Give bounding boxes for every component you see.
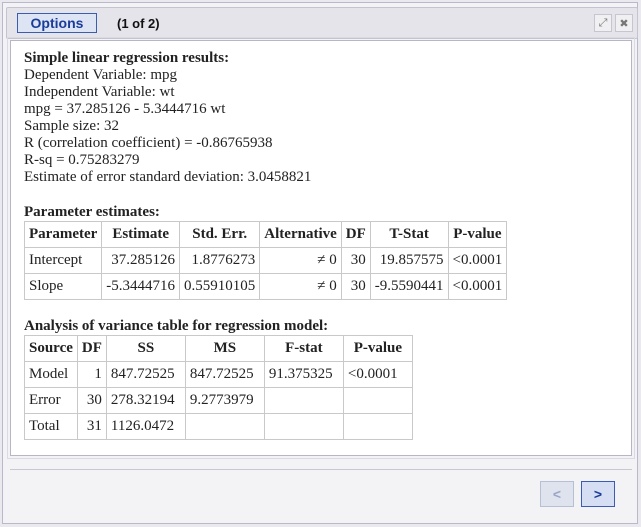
next-page-button[interactable]: > bbox=[581, 481, 615, 507]
table-cell: 1.8776273 bbox=[179, 247, 261, 274]
table-cell bbox=[263, 413, 344, 440]
table-cell: Slope bbox=[23, 273, 103, 300]
table-cell: Model bbox=[24, 361, 78, 388]
table-row: Slope -5.3444716 0.55910105 ≠ 0 30 -9.55… bbox=[23, 273, 508, 300]
table-header-row: Source DF SS MS F-stat P-value bbox=[24, 335, 413, 362]
table-cell: 30 bbox=[340, 273, 371, 300]
previous-page-button[interactable]: < bbox=[540, 481, 574, 507]
column-header: Estimate bbox=[101, 221, 181, 248]
table-cell bbox=[342, 413, 413, 440]
results-line: Dependent Variable: mpg bbox=[24, 67, 178, 83]
results-line: mpg = 37.285126 - 5.3444716 wt bbox=[24, 101, 226, 117]
results-line: R (correlation coefficient) = -0.8676593… bbox=[24, 135, 273, 151]
table-cell bbox=[342, 387, 413, 414]
results-line: Independent Variable: wt bbox=[24, 84, 175, 100]
table-cell: <0.0001 bbox=[342, 361, 413, 388]
table-cell: 847.72525 bbox=[184, 361, 265, 388]
column-header: DF bbox=[76, 335, 107, 362]
table-cell: 30 bbox=[340, 247, 371, 274]
table-cell: <0.0001 bbox=[447, 247, 508, 274]
table-cell: Total bbox=[24, 413, 78, 440]
table-cell: <0.0001 bbox=[447, 273, 508, 300]
results-line: R-sq = 0.75283279 bbox=[24, 152, 140, 168]
column-header: DF bbox=[340, 221, 371, 248]
table-cell: 1 bbox=[76, 361, 107, 388]
table-row: Intercept 37.285126 1.8776273 ≠ 0 30 19.… bbox=[23, 247, 508, 274]
parameter-estimates-table: Parameter Estimate Std. Err. Alternative… bbox=[23, 221, 508, 300]
table-cell: Intercept bbox=[23, 247, 103, 274]
column-header: Std. Err. bbox=[179, 221, 261, 248]
table-cell: 1126.0472 bbox=[105, 413, 186, 440]
table-cell: -9.5590441 bbox=[369, 273, 449, 300]
table-cell: 30 bbox=[76, 387, 107, 414]
table-cell: -5.3444716 bbox=[101, 273, 181, 300]
column-header: T-Stat bbox=[369, 221, 449, 248]
table-cell: 31 bbox=[76, 413, 107, 440]
column-header: Alternative bbox=[259, 221, 342, 248]
table-cell: 91.375325 bbox=[263, 361, 344, 388]
table-cell: 19.857575 bbox=[369, 247, 449, 274]
table-cell: 847.72525 bbox=[105, 361, 186, 388]
footer-divider bbox=[10, 469, 632, 470]
column-header: F-stat bbox=[263, 335, 344, 362]
dialog-toolbar: Options (1 of 2) ⤢ ✖ bbox=[6, 7, 638, 39]
table-cell: ≠ 0 bbox=[259, 273, 342, 300]
page-indicator: (1 of 2) bbox=[117, 16, 160, 31]
table-header-row: Parameter Estimate Std. Err. Alternative… bbox=[23, 221, 508, 248]
column-header: SS bbox=[105, 335, 186, 362]
table-cell: 0.55910105 bbox=[179, 273, 261, 300]
column-header: MS bbox=[184, 335, 265, 362]
table-cell: 9.2773979 bbox=[184, 387, 265, 414]
column-header: Source bbox=[24, 335, 78, 362]
table-row: Error 30 278.32194 9.2773979 bbox=[24, 387, 413, 414]
maximize-icon[interactable]: ⤢ bbox=[594, 14, 612, 32]
anova-title: Analysis of variance table for regressio… bbox=[24, 318, 329, 334]
column-header: Parameter bbox=[23, 221, 103, 248]
parameter-estimates-title: Parameter estimates: bbox=[24, 204, 160, 220]
results-line: Estimate of error standard deviation: 3.… bbox=[24, 169, 312, 185]
table-cell: 278.32194 bbox=[105, 387, 186, 414]
anova-table: Source DF SS MS F-stat P-value Model 1 8… bbox=[24, 335, 413, 440]
results-line: Sample size: 32 bbox=[24, 118, 119, 134]
table-row: Model 1 847.72525 847.72525 91.375325 <0… bbox=[24, 361, 413, 388]
results-title: Simple linear regression results: bbox=[24, 50, 230, 66]
table-cell: Error bbox=[24, 387, 78, 414]
close-icon[interactable]: ✖ bbox=[615, 14, 633, 32]
table-cell: ≠ 0 bbox=[259, 247, 342, 274]
table-cell: 37.285126 bbox=[101, 247, 181, 274]
table-cell bbox=[263, 387, 344, 414]
options-button[interactable]: Options bbox=[17, 13, 97, 33]
results-content: Simple linear regression results: Depend… bbox=[23, 50, 508, 440]
table-cell bbox=[184, 413, 265, 440]
results-panel: Simple linear regression results: Depend… bbox=[7, 37, 635, 459]
table-row: Total 31 1126.0472 bbox=[24, 413, 413, 440]
column-header: P-value bbox=[342, 335, 413, 362]
column-header: P-value bbox=[447, 221, 508, 248]
